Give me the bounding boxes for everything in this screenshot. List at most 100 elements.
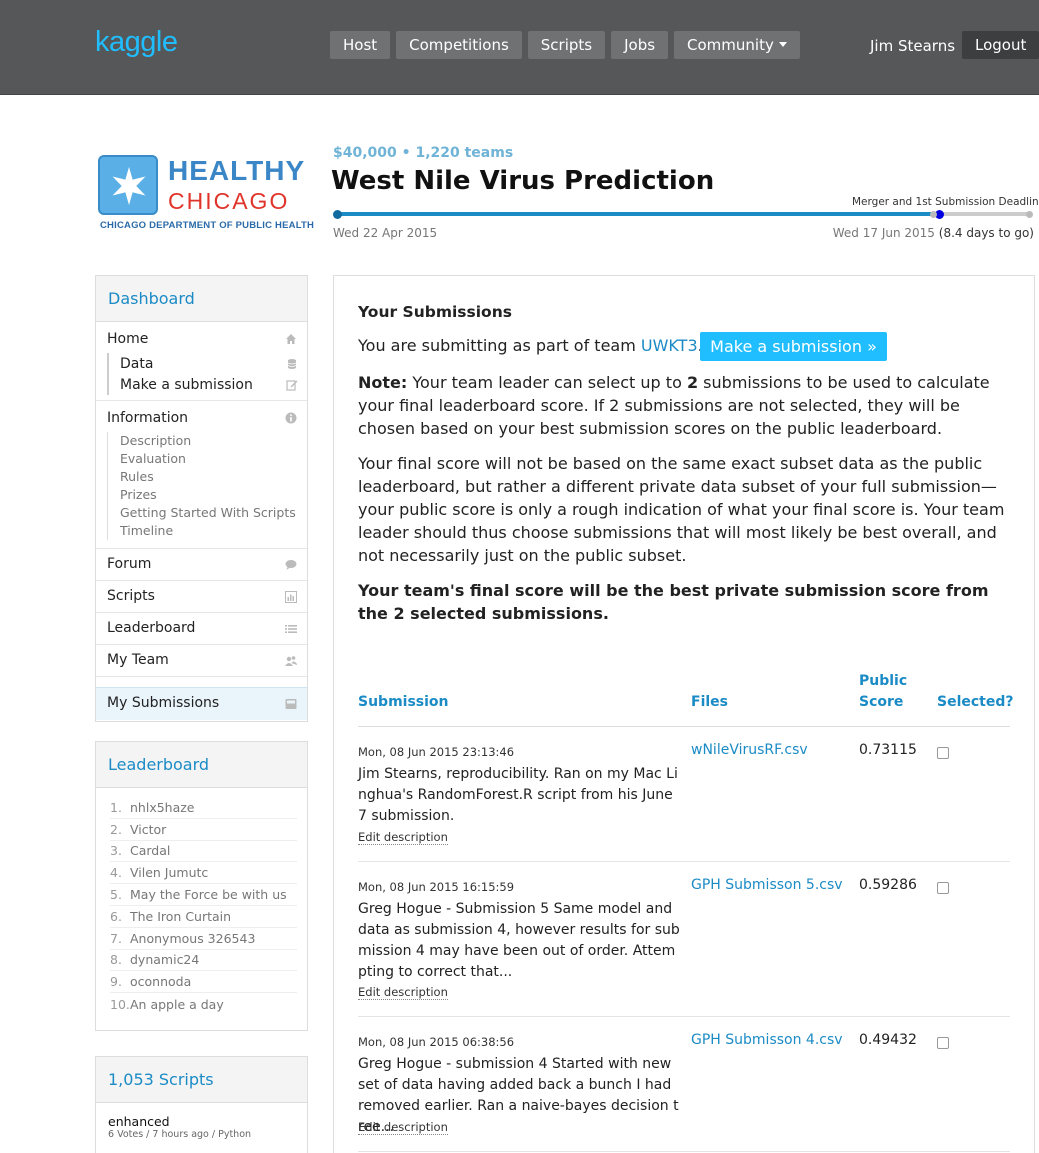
note-label: Note: (358, 373, 408, 392)
competition-title[interactable]: West Nile Virus Prediction (331, 166, 714, 196)
nav-community[interactable]: Community (674, 31, 800, 59)
leaderboard-entry[interactable]: 7. Anonymous 326543 (110, 928, 297, 950)
nav-community-label: Community (687, 36, 774, 54)
leaderboard-entry[interactable]: 4. Vilen Jumutc (110, 862, 297, 885)
leaderboard-title[interactable]: Leaderboard (96, 742, 307, 788)
leaderboard-panel: Leaderboard 1. nhlx5haze 2. Victor 3. Cardal 4… (95, 741, 308, 1031)
leaderboard-team-name: Vilen Jumutc (130, 865, 209, 881)
selected-checkbox[interactable] (937, 747, 949, 759)
scripts-title[interactable]: 1,053 Scripts (96, 1057, 307, 1103)
sidebar-item-label: Data (120, 355, 154, 372)
team-link[interactable]: UWKT3 (641, 336, 698, 355)
sidebar-item-information[interactable]: Information (107, 409, 297, 427)
selected-checkbox[interactable] (937, 882, 949, 894)
healthy-chicago-logo: HEALTHY CHICAGO CHICAGO DEPARTMENT OF PU… (98, 155, 314, 235)
col-header-selected[interactable]: Selected? (937, 692, 1014, 713)
leaderboard-entry[interactable]: 1. nhlx5haze (110, 797, 297, 819)
table-row: Mon, 08 Jun 2015 23:13:46 Jim Stearns, r… (358, 727, 1010, 862)
leaderboard-entry[interactable]: 2. Victor (110, 819, 297, 841)
make-submission-button[interactable]: Make a submission » (700, 332, 887, 361)
info-icon (285, 412, 297, 424)
leaderboard-entry[interactable]: 9. oconnoda (110, 971, 297, 994)
submission-description: Jim Stearns, reproducibility. Ran on my … (358, 766, 678, 824)
leaderboard-entry[interactable]: 6. The Iron Curtain (110, 906, 297, 928)
col-header-public[interactable]: Public (859, 671, 907, 692)
scripts-panel: 1,053 Scripts enhanced 6 Votes / 7 hours… (95, 1056, 308, 1153)
sidebar-item-scripts[interactable]: Scripts (96, 581, 307, 613)
leaderboard-team-name: May the Force be with us (130, 887, 287, 903)
leaderboard-entry[interactable]: 8. dynamic24 (110, 950, 297, 972)
edit-icon (286, 379, 298, 391)
sidebar-item-data[interactable]: Data (120, 353, 298, 374)
sidebar-item-evaluation[interactable]: Evaluation (120, 450, 297, 468)
submissions-heading: Your Submissions (358, 303, 512, 321)
prize-teams: $40,000 • 1,220 teams (333, 145, 514, 161)
col-header-files[interactable]: Files (691, 692, 728, 713)
edit-description-link[interactable]: Edit description (358, 830, 448, 845)
submission-file-link[interactable]: GPH Submisson 4.csv (691, 1032, 843, 1048)
home-icon (286, 334, 296, 344)
leaderboard-entry[interactable]: 5. May the Force be with us (110, 884, 297, 906)
top-navbar: kaggle Host Competitions Scripts Jobs Co… (0, 0, 1039, 95)
sidebar-item-leaderboard[interactable]: Leaderboard (96, 613, 307, 645)
logout-button[interactable]: Logout (962, 31, 1039, 59)
logo-text-chicago: CHICAGO (168, 188, 290, 214)
col-header-submission[interactable]: Submission (358, 692, 449, 713)
bar-chart-icon (285, 591, 297, 603)
team-final-score-paragraph: Your team's final score will be the best… (358, 581, 989, 623)
home-submenu: Data Make a submission (107, 353, 298, 395)
sidebar-item-home[interactable]: Home (107, 330, 297, 348)
menu-information-group: Information Description Evaluation Rules… (96, 401, 307, 549)
database-icon (287, 358, 297, 369)
submission-file-link[interactable]: wNileVirusRF.csv (691, 742, 808, 758)
nav-host[interactable]: Host (330, 31, 391, 59)
sidebar-item-label: Home (107, 331, 149, 347)
submission-date: Mon, 08 Jun 2015 23:13:46 (358, 745, 515, 759)
sidebar-item-make-submission[interactable]: Make a submission (120, 374, 298, 395)
sidebar-item-description[interactable]: Description (120, 432, 297, 450)
leaderboard-rank: 4. (110, 865, 122, 881)
leaderboard-rank: 10. (110, 996, 130, 1012)
leaderboard-rank: 3. (110, 843, 122, 859)
timeline-start-dot (333, 209, 342, 219)
leaderboard-entry[interactable]: 3. Cardal (110, 841, 297, 863)
submission-description: Greg Hogue - Submission 5 Same model and… (358, 901, 680, 980)
sidebar-item-label: Forum (107, 556, 152, 572)
team-line: You are submitting as part of team UWKT3… (358, 336, 703, 355)
leaderboard-rank: 7. (110, 930, 122, 946)
sidebar-item-my-submissions[interactable]: My Submissions (96, 687, 307, 720)
sidebar-item-rules[interactable]: Rules (120, 468, 297, 486)
leaderboard-team-name: Victor (130, 821, 167, 837)
script-item[interactable]: enhanced 6 Votes / 7 hours ago / Python (96, 1103, 307, 1151)
information-submenu: Description Evaluation Rules Prizes Gett… (107, 432, 297, 540)
nav-scripts[interactable]: Scripts (527, 31, 606, 59)
nav-jobs[interactable]: Jobs (611, 31, 669, 59)
sidebar-item-label: My Team (107, 652, 169, 668)
selected-checkbox[interactable] (937, 1037, 949, 1049)
note-text-a: Your team leader can select up to (407, 373, 687, 392)
timeline-end: Wed 17 Jun 2015 (8.4 days to go) (833, 226, 1034, 240)
user-name-link[interactable]: Jim Stearns (870, 37, 955, 55)
timeline-marker-dot (930, 210, 937, 218)
edit-description-link[interactable]: Edit description (358, 985, 448, 1000)
sidebar-item-prizes[interactable]: Prizes (120, 486, 297, 504)
public-score: 0.73115 (859, 742, 917, 758)
edit-description-link[interactable]: Edit description (358, 1120, 448, 1135)
leaderboard-entry[interactable]: 10. An apple a day (110, 993, 297, 1015)
nav-competitions[interactable]: Competitions (396, 31, 522, 59)
submission-file-link[interactable]: GPH Submisson 5.csv (691, 877, 843, 893)
dashboard-title: Dashboard (96, 276, 307, 322)
kaggle-logo[interactable]: kaggle (95, 26, 178, 59)
table-row: Mon, 08 Jun 2015 16:15:59 Greg Hogue - S… (358, 862, 1010, 1017)
col-header-score[interactable]: Score (859, 692, 903, 713)
sidebar-item-forum[interactable]: Forum (96, 549, 307, 581)
logo-text-dept: CHICAGO DEPARTMENT OF PUBLIC HEALTH (100, 220, 315, 231)
sidebar-item-timeline[interactable]: Timeline (120, 522, 297, 540)
sidebar-item-getting-started[interactable]: Getting Started With Scripts (120, 504, 297, 522)
submissions-panel: Your Submissions You are submitting as p… (333, 275, 1035, 1153)
leaderboard-team-name: Cardal (130, 843, 171, 859)
speech-bubble-icon (285, 560, 297, 570)
sidebar-item-my-team[interactable]: My Team (96, 645, 307, 677)
star-icon (98, 155, 158, 215)
menu-home-group: Home Data Make a submission (96, 322, 307, 401)
